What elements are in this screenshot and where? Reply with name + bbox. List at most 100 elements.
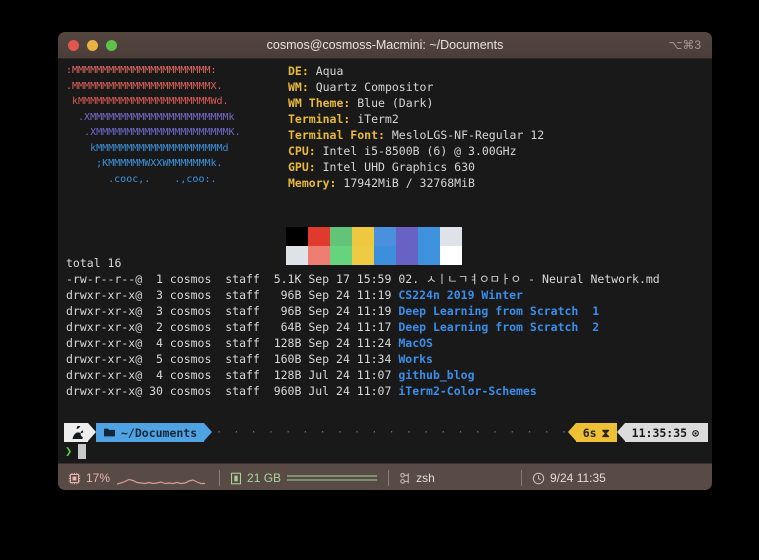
ascii-logo-line: .XMMMMMMMMMMMMMMMMMMMMMMK.: [66, 127, 241, 138]
neofetch-info-list: DE: Aqua WM: Quartz Compositor WM Theme: B…: [288, 63, 544, 191]
powerline-path-label: ~/Documents: [121, 425, 198, 440]
neofetch-info-key: Memory:: [288, 176, 337, 190]
apple-logo-icon: [64, 423, 88, 442]
folder-icon: [104, 428, 115, 437]
palette-swatch: [330, 227, 352, 246]
ascii-logo-line: .MMMMMMMMMMMMMMMMMMMMMMMX.: [66, 80, 223, 92]
neofetch-output: :MMMMMMMMMMMMMMMMMMMMMMM: .MMMMMMMMMMMMMM…: [58, 59, 712, 265]
shell-input-line[interactable]: ❯: [65, 443, 87, 459]
ls-directory-name[interactable]: MacOS: [398, 336, 433, 350]
neofetch-info-key: WM:: [288, 80, 309, 94]
cpu-chip-icon: [68, 472, 81, 484]
neofetch-info-row: GPU: Intel UHD Graphics 630: [288, 159, 544, 175]
ls-directory-name[interactable]: github_blog: [398, 368, 474, 382]
ascii-logo-line: .XMMMMMMMMMMMMMMMMMMMMMMMk: [66, 111, 235, 123]
ls-row: drwxr-xr-x@ 5 cosmos staff 160B Sep 24 1…: [66, 351, 660, 367]
powerline-separator-4: [616, 423, 625, 441]
neofetch-info-row: Terminal Font: MesloLGS-NF-Regular 12: [288, 127, 544, 143]
palette-swatch: [286, 227, 308, 246]
close-button[interactable]: [68, 39, 79, 51]
cpu-usage-label: 17%: [86, 471, 111, 485]
neofetch-info-value: Intel i5-8500B (6) @ 3.00GHz: [315, 144, 517, 158]
palette-swatch: [374, 227, 396, 246]
powerline-clock-segment: 11:35:35 ⊙: [624, 423, 708, 442]
ascii-logo-line: kMMMMMMMMMMMMMMMMMMMMMMWd.: [66, 96, 229, 107]
apple-ascii-logo: :MMMMMMMMMMMMMMMMMMMMMMM: .MMMMMMMMMMMMMM…: [66, 63, 241, 187]
ls-directory-name[interactable]: iTerm2-Color-Schemes: [398, 384, 536, 398]
status-process[interactable]: zsh: [389, 464, 445, 490]
ls-directory-name[interactable]: Works: [398, 352, 433, 366]
window-titlebar: cosmos@cosmoss-Macmini: ~/Documents ⌥⌘3: [58, 32, 712, 59]
hourglass-icon: ⧗: [601, 425, 610, 440]
terminal-content[interactable]: :MMMMMMMMMMMMMMMMMMMMMMM: .MMMMMMMMMMMMMM…: [58, 59, 712, 463]
neofetch-info-value: MesloLGS-NF-Regular 12: [384, 128, 545, 142]
neofetch-info-value: Blue (Dark): [350, 96, 434, 110]
neofetch-info-value: Intel UHD Graphics 630: [315, 160, 475, 174]
terminal-window: cosmos@cosmoss-Macmini: ~/Documents ⌥⌘3 …: [58, 32, 712, 490]
powerline-clock-label: 11:35:35: [631, 425, 688, 440]
ls-row: drwxr-xr-x@ 4 cosmos staff 128B Jul 24 1…: [66, 367, 660, 383]
ls-row-meta: drwxr-xr-x@ 4 cosmos staff 128B Sep 24 1…: [66, 336, 399, 350]
powerline-prompt: ~/Documents · · · · · · · · · · · · · · …: [64, 423, 708, 442]
powerline-separator-2: [204, 423, 213, 441]
memory-bar: [287, 475, 378, 481]
clock-label: 9/24 11:35: [550, 471, 606, 485]
ls-directory-name[interactable]: CS224n 2019 Winter: [398, 288, 523, 302]
process-name-label: zsh: [416, 471, 435, 485]
ascii-logo-line: kMMMMMMMMMMMMMMMMMMMMMd: [66, 142, 229, 154]
ls-row: -rw-r--r--@ 1 cosmos staff 5.1K Sep 17 1…: [66, 271, 660, 287]
status-memory[interactable]: 21 GB: [220, 464, 388, 490]
ls-output: total 16 -rw-r--r--@ 1 cosmos staff 5.1K …: [66, 255, 660, 399]
neofetch-info-row: Terminal: iTerm2: [288, 111, 544, 127]
powerline-filler-dots: · · · · · · · · · · · · · · · · · · · · …: [216, 426, 568, 438]
text-cursor: [78, 443, 87, 459]
palette-swatch: [308, 227, 330, 246]
palette-swatch: [440, 227, 462, 246]
ls-row: drwxr-xr-x@ 3 cosmos staff 96B Sep 24 11…: [66, 287, 660, 303]
maximize-button[interactable]: [106, 39, 117, 51]
iterm-status-bar: 17% 21 GB zsh 9/24 11:35: [58, 463, 712, 490]
ls-total-line: total 16: [66, 256, 122, 270]
ls-row-meta: drwxr-xr-x@ 3 cosmos staff 96B Sep 24 11…: [66, 288, 399, 302]
palette-swatch: [352, 227, 374, 246]
palette-row-1: [286, 227, 462, 246]
ls-directory-name[interactable]: Deep Learning from Scratch 2: [398, 320, 599, 334]
window-title: cosmos@cosmoss-Macmini: ~/Documents: [266, 38, 504, 52]
memory-icon: [231, 472, 242, 484]
neofetch-info-key: Terminal:: [288, 112, 351, 126]
status-clock[interactable]: 9/24 11:35: [522, 464, 712, 490]
neofetch-info-value: iTerm2: [350, 112, 399, 126]
neofetch-info-value: 17942MiB / 32768MiB: [336, 176, 475, 190]
ascii-logo-line: .cooc,. .,coo:.: [66, 173, 217, 185]
neofetch-info-row: CPU: Intel i5-8500B (6) @ 3.00GHz: [288, 143, 544, 159]
status-cpu[interactable]: 17%: [58, 464, 219, 490]
palette-swatch: [396, 227, 418, 246]
ascii-logo-line: :MMMMMMMMMMMMMMMMMMMMMMM:: [66, 65, 217, 76]
clock-icon: [532, 472, 545, 484]
apple-logo-glyph: [72, 426, 83, 439]
neofetch-info-row: WM Theme: Blue (Dark): [288, 95, 544, 111]
neofetch-info-value: Aqua: [308, 64, 344, 78]
neofetch-info-key: DE:: [288, 64, 309, 78]
ls-row-meta: drwxr-xr-x@ 3 cosmos staff 96B Sep 24 11…: [66, 304, 399, 318]
neofetch-info-row: DE: Aqua: [288, 63, 544, 79]
ls-row-meta: -rw-r--r--@ 1 cosmos staff 5.1K Sep 17 1…: [66, 272, 399, 286]
ascii-logo-line: ;KMMMMMMWXXWMMMMMMMk.: [66, 158, 223, 169]
ls-row: drwxr-xr-x@ 30 cosmos staff 960B Jul 24 …: [66, 383, 660, 399]
neofetch-info-key: GPU:: [288, 160, 316, 174]
palette-swatch: [418, 227, 440, 246]
ls-file-name[interactable]: 02. ㅅㅣㄴㄱㅕㅇㅁㅏㅇ - Neural Network.md: [398, 272, 659, 286]
process-icon: [400, 472, 409, 484]
neofetch-info-key: WM Theme:: [288, 96, 351, 110]
ls-directory-name[interactable]: Deep Learning from Scratch 1: [398, 304, 599, 318]
neofetch-info-value: Quartz Compositor: [308, 80, 434, 94]
powerline-duration-label: 6s: [582, 425, 597, 440]
memory-usage-label: 21 GB: [247, 471, 282, 485]
powerline-duration-segment: 6s ⧗: [575, 423, 617, 442]
window-shortcut-hint: ⌥⌘3: [668, 38, 701, 52]
minimize-button[interactable]: [87, 39, 98, 51]
powerline-separator-3: [567, 423, 576, 441]
neofetch-info-row: Memory: 17942MiB / 32768MiB: [288, 175, 544, 191]
neofetch-info-key: Terminal Font:: [288, 128, 385, 142]
ls-row: drwxr-xr-x@ 2 cosmos staff 64B Sep 24 11…: [66, 319, 660, 335]
